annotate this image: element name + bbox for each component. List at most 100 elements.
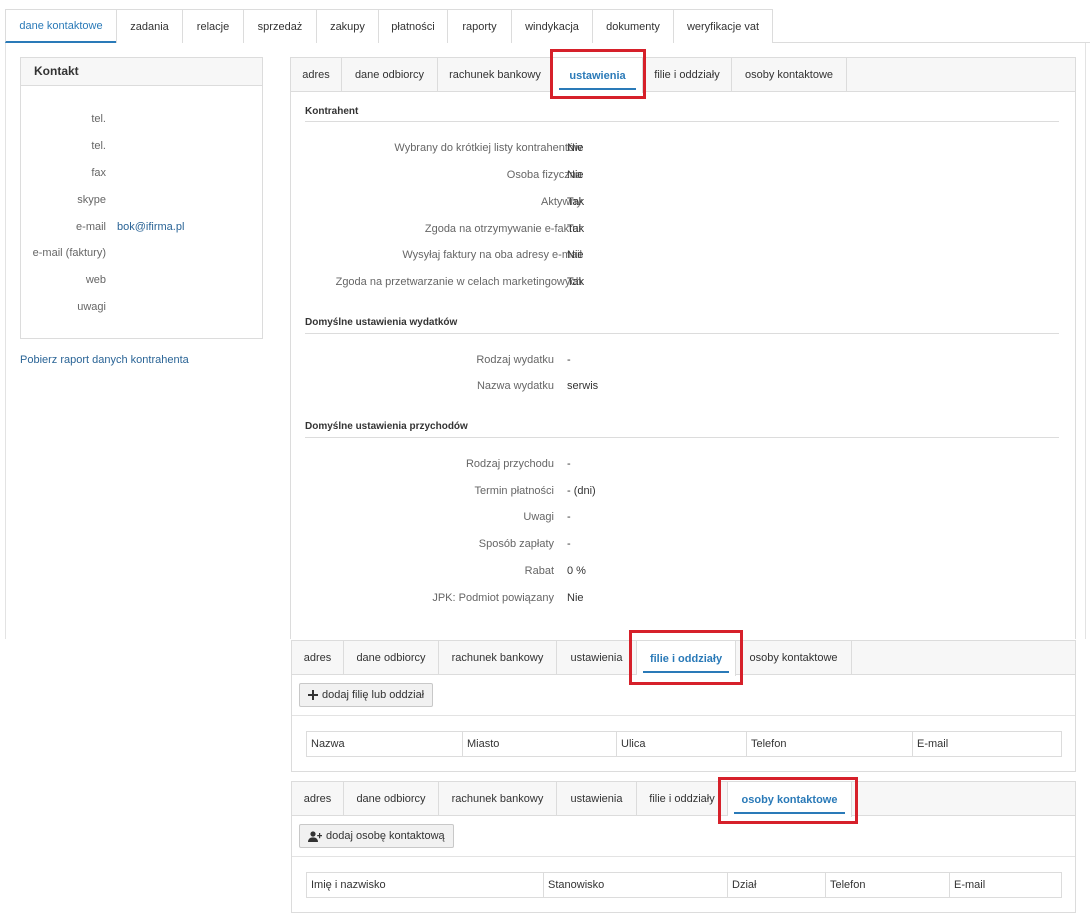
setting-label: Zgoda na otrzymywanie e-faktur	[424, 223, 582, 235]
contact-table-frame	[292, 856, 1075, 857]
contact-row-web: web	[21, 274, 264, 288]
setting-value: Tak	[567, 223, 585, 235]
highlight-box	[718, 777, 858, 824]
column-miasto[interactable]: Miasto	[463, 732, 617, 756]
section-divider	[305, 333, 1059, 334]
setting-label: Zgoda na przetwarzanie w celach marketin…	[335, 276, 582, 288]
subtab-adres[interactable]: adres	[292, 641, 344, 675]
contact-row-fax: fax	[21, 167, 264, 181]
contact-row-tel: tel.	[21, 113, 264, 127]
add-branch-button[interactable]: dodaj filię lub oddział	[299, 683, 434, 707]
subtab-rachunek-bankowy[interactable]: rachunek bankowy	[439, 782, 557, 816]
contact-row-tel2: tel.	[21, 140, 264, 154]
contact-label: uwagi	[77, 301, 106, 313]
contact-label: e-mail	[76, 221, 106, 233]
subtab-dane-odbiorcy[interactable]: dane odbiorcy	[344, 782, 439, 816]
setting-label: Wysyłaj faktury na oba adresy e-mail	[402, 249, 582, 261]
subtab-osoby[interactable]: osoby kontaktowe	[736, 641, 852, 675]
settings-panel: adres dane odbiorcy rachunek bankowy ust…	[290, 49, 1076, 639]
tab-zakupy[interactable]: zakupy	[316, 9, 379, 43]
subtab-rachunek-bankowy[interactable]: rachunek bankowy	[439, 641, 557, 675]
tab-dokumenty[interactable]: dokumenty	[592, 9, 674, 43]
setting-value: - (dni)	[567, 485, 596, 497]
subtab-rachunek-bankowy[interactable]: rachunek bankowy	[438, 58, 553, 92]
setting-value: Nie	[567, 169, 584, 181]
setting-value: -	[567, 458, 571, 470]
setting-value: -	[567, 354, 571, 366]
contact-label: tel.	[91, 140, 106, 152]
setting-label: Uwagi	[523, 511, 554, 523]
subtab-filie[interactable]: filie i oddziały	[637, 782, 728, 816]
subtab-adres[interactable]: adres	[291, 58, 342, 92]
column-telefon[interactable]: Telefon	[747, 732, 913, 756]
contact-box: Kontakt tel. tel. fax skype e-mail bok@i…	[20, 57, 263, 339]
tab-sprzedaz[interactable]: sprzedaż	[243, 9, 317, 43]
branch-table-header: Nazwa Miasto Ulica Telefon E-mail	[306, 731, 1062, 757]
setting-label: Nazwa wydatku	[476, 380, 554, 392]
contact-label: fax	[91, 167, 106, 179]
subtab-dane-odbiorcy[interactable]: dane odbiorcy	[344, 641, 439, 675]
tab-platnosci[interactable]: płatności	[378, 9, 448, 43]
column-email[interactable]: E-mail	[913, 732, 1061, 756]
tab-weryfikacje-vat[interactable]: weryfikacje vat	[673, 9, 773, 43]
contact-label: tel.	[91, 113, 106, 125]
setting-label: JPK: Podmiot powiązany	[432, 592, 554, 604]
contact-title: Kontakt	[21, 58, 262, 86]
subtab-dane-odbiorcy[interactable]: dane odbiorcy	[342, 58, 438, 92]
subtab-adres[interactable]: adres	[292, 782, 344, 816]
add-contact-label: dodaj osobę kontaktową	[326, 830, 445, 842]
contact-row-uwagi: uwagi	[21, 301, 264, 315]
column-dzial[interactable]: Dział	[728, 873, 826, 897]
section-title-przychody: Domyślne ustawienia przychodów	[305, 421, 468, 432]
subtab-filie[interactable]: filie i oddziały	[643, 58, 732, 92]
column-nazwa[interactable]: Nazwa	[307, 732, 463, 756]
tab-dane-kontaktowe[interactable]: dane kontaktowe	[5, 9, 117, 43]
setting-label: Rodzaj wydatku	[476, 354, 554, 366]
column-email[interactable]: E-mail	[950, 873, 1061, 897]
contact-row-skype: skype	[21, 194, 264, 208]
setting-value: Tak	[567, 276, 585, 288]
contacts-panel: adres dane odbiorcy rachunek bankowy ust…	[291, 777, 1076, 913]
setting-label: Sposób zapłaty	[478, 538, 554, 550]
section-divider	[305, 121, 1059, 122]
add-branch-label: dodaj filię lub oddział	[322, 689, 425, 701]
setting-label: Rabat	[524, 565, 554, 577]
contact-label: web	[85, 274, 106, 286]
setting-value: Nie	[567, 249, 584, 261]
subtab-ustawienia[interactable]: ustawienia	[557, 641, 637, 675]
setting-value: -	[567, 511, 571, 523]
setting-value: Tak	[567, 196, 585, 208]
section-title-kontrahent: Kontrahent	[305, 106, 359, 117]
contact-label: e-mail (faktury)	[32, 247, 106, 259]
subtab-osoby[interactable]: osoby kontaktowe	[732, 58, 847, 92]
report-link[interactable]: Pobierz raport danych kontrahenta	[20, 354, 189, 366]
highlight-box	[550, 49, 646, 99]
branches-panel: adres dane odbiorcy rachunek bankowy ust…	[291, 630, 1076, 772]
setting-value: 0 %	[567, 565, 586, 577]
plus-icon	[308, 690, 318, 700]
add-person-icon	[308, 830, 322, 842]
tab-relacje[interactable]: relacje	[182, 9, 244, 43]
column-stanowisko[interactable]: Stanowisko	[544, 873, 728, 897]
setting-value: Nie	[567, 142, 584, 154]
setting-label: Wybrany do krótkiej listy kontrahentów	[394, 142, 582, 154]
tab-windykacja[interactable]: windykacja	[511, 9, 593, 43]
setting-label: Termin płatności	[474, 485, 554, 497]
column-telefon[interactable]: Telefon	[826, 873, 950, 897]
setting-value: -	[567, 538, 571, 550]
tab-raporty[interactable]: raporty	[447, 9, 512, 43]
settings-subtabs: adres dane odbiorcy rachunek bankowy ust…	[291, 58, 1075, 93]
setting-value: serwis	[567, 380, 599, 392]
email-link[interactable]: bok@ifirma.pl	[117, 221, 184, 233]
section-divider	[305, 437, 1059, 438]
contact-label: skype	[77, 194, 106, 206]
contact-table-header: Imię i nazwisko Stanowisko Dział Telefon…	[306, 872, 1062, 898]
subtab-ustawienia[interactable]: ustawienia	[557, 782, 637, 816]
add-contact-person-button[interactable]: dodaj osobę kontaktową	[299, 824, 454, 848]
column-imie-nazwisko[interactable]: Imię i nazwisko	[307, 873, 544, 897]
tab-zadania[interactable]: zadania	[116, 9, 183, 43]
contacts-subtabs: adres dane odbiorcy rachunek bankowy ust…	[292, 782, 1075, 817]
column-ulica[interactable]: Ulica	[617, 732, 747, 756]
highlight-box	[629, 630, 743, 685]
contact-row-email-faktury: e-mail (faktury)	[21, 247, 264, 261]
